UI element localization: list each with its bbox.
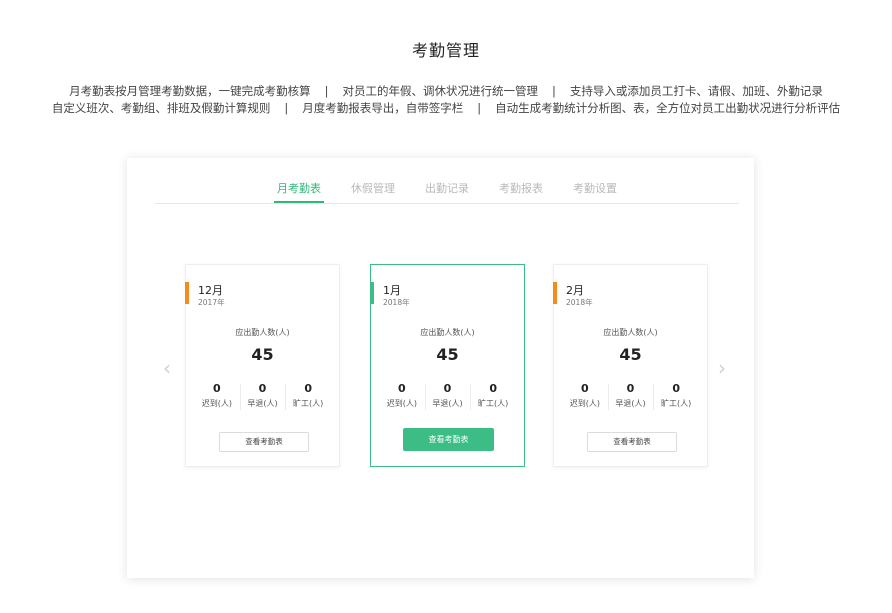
stat-value: 0 [304,382,312,395]
stat-label: 早退(人) [247,399,278,408]
stat-value: 0 [581,382,589,395]
expected-attendance-label: 应出勤人数(人) [235,328,290,337]
stat-value: 0 [489,382,497,395]
stat-value: 0 [626,382,635,395]
separator: | [552,84,556,98]
stat-label: 旷工(人) [661,399,692,408]
expected-attendance-count: 45 [619,345,642,364]
feature-description-line-1: 月考勤表按月管理考勤数据，一键完成考勤核算 | 对员工的年假、调休状况进行统一管理 |… [0,83,892,99]
tab-leave-management[interactable]: 休假管理 [348,182,398,202]
page-title: 考勤管理 [411,41,480,60]
accent-bar [553,282,557,304]
stat-absent: 0 旷工(人) [653,382,699,412]
stat-early-leave: 0 早退(人) [607,382,654,412]
stat-label: 早退(人) [615,399,646,408]
card-year: 2017年 [198,298,225,307]
stat-value: 0 [398,382,406,395]
card-year: 2018年 [383,298,410,307]
stat-label: 迟到(人) [201,399,232,408]
feature-text: 支持导入或添加员工打卡、请假、加班、外勤记录 [569,84,823,98]
feature-text: 自定义班次、考勤组、排班及假勤计算规则 [51,101,271,115]
stat-early-leave: 0 早退(人) [239,382,286,412]
stat-label: 旷工(人) [293,399,324,408]
tab-attendance-reports[interactable]: 考勤报表 [496,182,546,202]
month-card-february: 2月 2018年 应出勤人数(人) 45 0 迟到(人) 0 早退(人) 0 旷… [553,264,708,467]
card-month: 1月 [383,284,401,297]
stat-absent: 0 旷工(人) [470,382,516,412]
expected-attendance-count: 45 [251,345,274,364]
feature-text: 自动生成考勤统计分析图、表，全方位对员工出勤状况进行分析评估 [495,101,841,115]
feature-text: 月度考勤报表导出，自带签字栏 [302,101,464,115]
stat-early-leave: 0 早退(人) [424,382,471,412]
view-timesheet-button[interactable]: 查看考勤表 [403,428,494,451]
card-month: 2月 [566,284,584,297]
stat-value: 0 [672,382,680,395]
stat-value: 0 [213,382,221,395]
view-timesheet-button[interactable]: 查看考勤表 [219,432,309,452]
expected-attendance-count: 45 [436,345,459,364]
chevron-left-icon[interactable]: ‹ [162,358,172,378]
expected-attendance-label: 应出勤人数(人) [420,328,475,337]
card-year: 2018年 [566,298,593,307]
stat-late: 0 迟到(人) [194,382,240,412]
card-month: 12月 [198,284,223,297]
month-card-january: 1月 2018年 应出勤人数(人) 45 0 迟到(人) 0 早退(人) 0 旷… [370,264,525,467]
stat-label: 迟到(人) [569,399,600,408]
stat-value: 0 [258,382,267,395]
accent-bar [370,282,374,304]
stat-label: 早退(人) [432,399,463,408]
stat-late: 0 迟到(人) [562,382,608,412]
tab-monthly-attendance[interactable]: 月考勤表 [274,182,324,203]
feature-description-line-2: 自定义班次、考勤组、排班及假勤计算规则 | 月度考勤报表导出，自带签字栏 | 自动生成考… [0,100,892,116]
month-card-december: 12月 2017年 应出勤人数(人) 45 0 迟到(人) 0 早退(人) 0 … [185,264,340,467]
stat-value: 0 [443,382,452,395]
feature-text: 对员工的年假、调休状况进行统一管理 [342,84,539,98]
feature-text: 月考勤表按月管理考勤数据，一键完成考勤核算 [69,84,311,98]
attendance-stats: 0 迟到(人) 0 早退(人) 0 旷工(人) [379,382,516,412]
expected-attendance-label: 应出勤人数(人) [603,328,658,337]
stat-label: 旷工(人) [478,399,509,408]
stat-late: 0 迟到(人) [379,382,425,412]
tab-bar: 月考勤表 休假管理 出勤记录 考勤报表 考勤设置 [155,182,739,204]
attendance-stats: 0 迟到(人) 0 早退(人) 0 旷工(人) [562,382,699,412]
tab-attendance-records[interactable]: 出勤记录 [422,182,472,202]
separator: | [324,84,329,98]
attendance-stats: 0 迟到(人) 0 早退(人) 0 旷工(人) [194,382,331,412]
attendance-panel: 月考勤表 休假管理 出勤记录 考勤报表 考勤设置 ‹ › 12月 2017年 应… [127,158,754,578]
stat-label: 迟到(人) [386,399,417,408]
chevron-right-icon[interactable]: › [717,358,727,378]
accent-bar [185,282,189,304]
view-timesheet-button[interactable]: 查看考勤表 [587,432,677,452]
separator: | [284,101,289,115]
separator: | [477,101,482,115]
tab-attendance-settings[interactable]: 考勤设置 [570,182,620,202]
stat-absent: 0 旷工(人) [285,382,331,412]
